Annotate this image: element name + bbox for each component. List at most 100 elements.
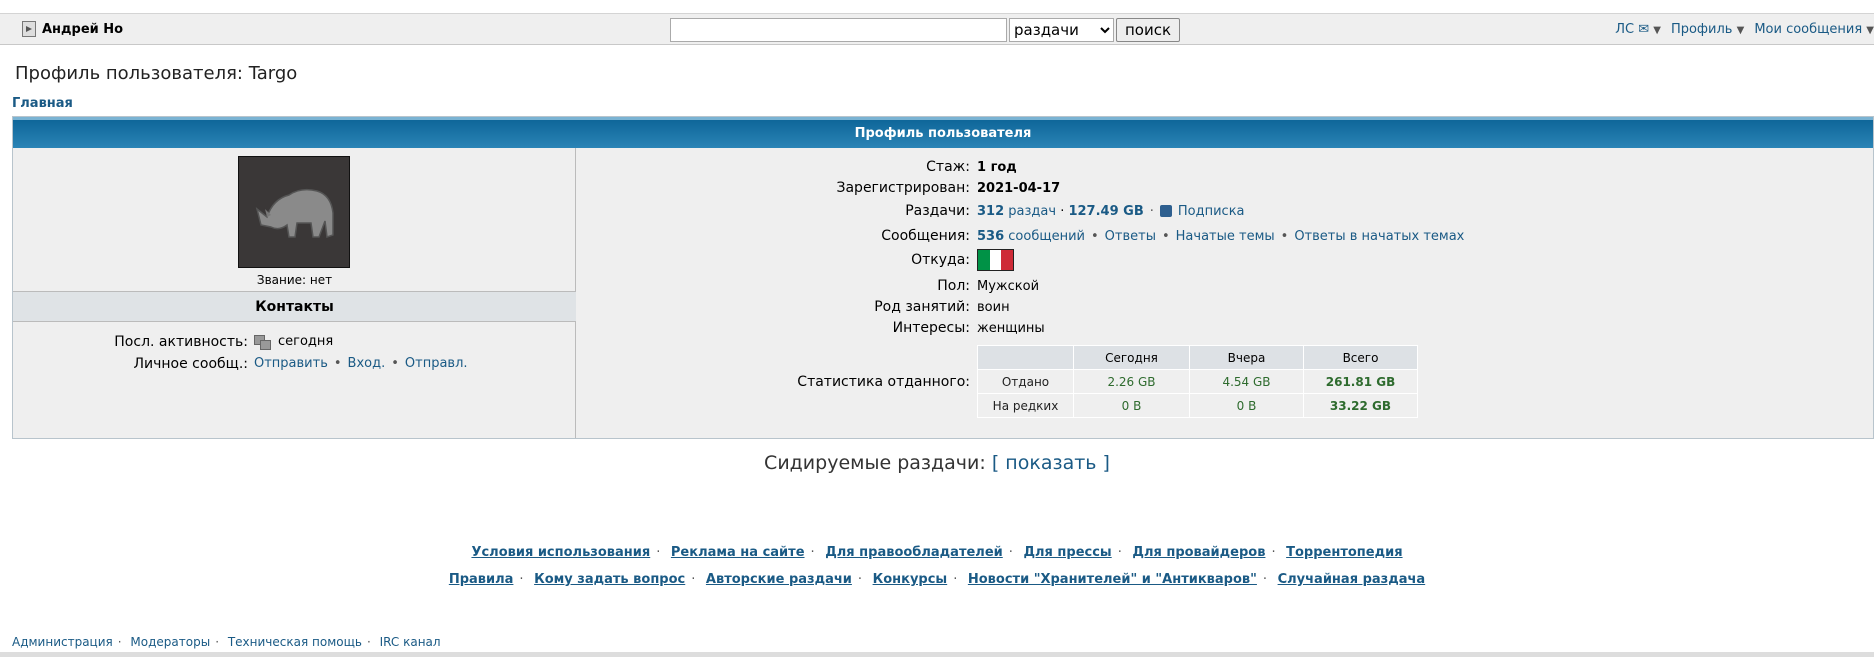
- dropdown-triangle-icon[interactable]: ▼: [1866, 25, 1874, 36]
- panel-title: Профиль пользователя: [13, 117, 1873, 148]
- bottom-links: Администрация · Модераторы · Техническая п…: [12, 635, 441, 649]
- profile-details: Стаж: 1 год Зарегистрирован: 2021-04-17 Ра…: [577, 148, 1873, 438]
- breadcrumb-home[interactable]: Главная: [12, 96, 73, 111]
- stats-header-row: Сегодня Вчера Всего: [977, 345, 1418, 370]
- seeded-show-link[interactable]: показать: [1005, 452, 1096, 474]
- search-scope-select[interactable]: раздачи: [1009, 18, 1114, 42]
- footer-link[interactable]: Для провайдеров: [1132, 545, 1265, 560]
- footer-link[interactable]: Реклама на сайте: [671, 545, 805, 560]
- nav-my-messages[interactable]: Мои сообщения ▼: [1754, 22, 1874, 37]
- last-activity-value: сегодня: [278, 334, 334, 349]
- stats-cell: Отдано: [977, 369, 1074, 394]
- user-rank: Звание: нет: [256, 273, 333, 287]
- interests-label: Интересы:: [892, 320, 970, 336]
- releases-count[interactable]: 312: [977, 204, 1004, 219]
- messages-label: Сообщения:: [881, 228, 970, 244]
- footer-link[interactable]: Конкурсы: [873, 572, 948, 587]
- occupation-label: Род занятий:: [874, 299, 970, 315]
- messages-word[interactable]: сообщений: [1008, 229, 1085, 244]
- private-message-label: Личное сообщ.:: [133, 356, 249, 372]
- gender-label: Пол:: [937, 278, 970, 294]
- stats-cell: 0 B: [1073, 393, 1190, 418]
- footer-link[interactable]: Торрентопедия: [1286, 545, 1402, 560]
- replies-in-topics-link[interactable]: Ответы в начатых темах: [1294, 229, 1464, 244]
- avatar: [238, 156, 350, 268]
- releases-label: Раздачи:: [905, 203, 970, 219]
- nav-profile-label[interactable]: Профиль: [1671, 22, 1733, 37]
- releases-word[interactable]: раздач: [1008, 204, 1056, 219]
- search-button[interactable]: поиск: [1116, 18, 1181, 42]
- stats-header: Вчера: [1189, 345, 1304, 370]
- logout-icon[interactable]: [22, 21, 36, 37]
- releases-link[interactable]: 312 раздач: [977, 204, 1056, 219]
- stats-cell: На редких: [977, 393, 1074, 418]
- user-menu[interactable]: Андрей Но: [22, 21, 123, 37]
- bracket-open: [: [991, 452, 1000, 474]
- nav-pm-label[interactable]: ЛС ✉: [1615, 22, 1649, 37]
- footer-link[interactable]: Условия использования: [471, 545, 650, 560]
- occupation-value: воин: [977, 299, 1010, 315]
- bottom-link[interactable]: Администрация: [12, 635, 113, 649]
- top-bar: Андрей Но раздачи поиск ЛС ✉ ▼ Профиль ▼…: [0, 13, 1874, 45]
- rss-icon[interactable]: [1159, 205, 1172, 217]
- footer-link[interactable]: Авторские раздачи: [706, 572, 852, 587]
- bottom-link[interactable]: Модераторы: [130, 635, 210, 649]
- footer-link[interactable]: Для правообладателей: [825, 545, 1003, 560]
- subscribe-link[interactable]: Подписка: [1178, 204, 1245, 219]
- last-activity-row: Посл. активность: сегодня: [13, 334, 576, 350]
- italy-flag-icon: [977, 249, 1014, 271]
- stats-row: На редких 0 B 0 B 33.22 GB: [977, 393, 1418, 418]
- contacts-header: Контакты: [13, 291, 576, 322]
- page-title: Профиль пользователя: Targo: [15, 63, 298, 84]
- profile-panel: Профиль пользователя Звание: нет Контакт…: [12, 116, 1874, 439]
- messages-link[interactable]: 536 сообщений: [977, 229, 1085, 244]
- replies-link[interactable]: Ответы: [1105, 229, 1156, 244]
- seeded-releases: Сидируемые раздачи: [ показать ]: [0, 452, 1874, 474]
- stats-header: Всего: [1303, 345, 1418, 370]
- top-nav: ЛС ✉ ▼ Профиль ▼ Мои сообщения ▼: [1615, 22, 1874, 37]
- stats-header: Сегодня: [1073, 345, 1190, 370]
- stats-cell: 0 B: [1189, 393, 1304, 418]
- nav-my-messages-label[interactable]: Мои сообщения: [1754, 22, 1862, 37]
- pm-send-link[interactable]: Отправить: [254, 356, 328, 371]
- private-message-row: Личное сообщ.: Отправить • Вход. • Отправл.: [13, 356, 576, 372]
- footer-link[interactable]: Для прессы: [1023, 545, 1111, 560]
- dropdown-triangle-icon[interactable]: ▼: [1653, 25, 1661, 36]
- seeded-label: Сидируемые раздачи:: [764, 452, 986, 474]
- profile-left-column: Звание: нет Контакты Посл. активность: с…: [13, 148, 576, 438]
- stats-cell: 4.54 GB: [1189, 369, 1304, 394]
- bottom-link[interactable]: Техническая помощь: [228, 635, 362, 649]
- bottom-link[interactable]: IRC канал: [380, 635, 441, 649]
- registered-value: 2021-04-17: [977, 180, 1061, 196]
- footer-link[interactable]: Правила: [449, 572, 514, 587]
- bottom-bar: [0, 652, 1874, 657]
- rhino-avatar-icon: [255, 188, 334, 239]
- pm-sent-link[interactable]: Отправл.: [405, 356, 468, 371]
- pm-inbox-link[interactable]: Вход.: [348, 356, 386, 371]
- releases-size: 127.49 GB: [1068, 203, 1144, 219]
- stats-row: Отдано 2.26 GB 4.54 GB 261.81 GB: [977, 369, 1418, 394]
- search-input[interactable]: [670, 18, 1007, 42]
- gender-value: Мужской: [977, 278, 1040, 294]
- footer-link[interactable]: Кому задать вопрос: [534, 572, 685, 587]
- bracket-close: ]: [1102, 452, 1110, 474]
- from-label: Откуда:: [911, 252, 970, 268]
- search-form: раздачи поиск: [670, 18, 1181, 42]
- last-activity-label: Посл. активность:: [114, 334, 248, 350]
- stats-label: Статистика отданного:: [797, 373, 970, 390]
- username[interactable]: Андрей Но: [42, 22, 123, 37]
- computer-icon: [254, 334, 271, 350]
- footer-links-2: Правила · Кому задать вопрос · Авторские р…: [448, 572, 1426, 587]
- footer-link[interactable]: Новости "Хранителей" и "Антикваров": [968, 572, 1257, 587]
- stats-cell: 2.26 GB: [1073, 369, 1190, 394]
- experience-label: Стаж:: [926, 159, 970, 175]
- upload-stats-table: Сегодня Вчера Всего Отдано 2.26 GB 4.54 …: [977, 345, 1418, 418]
- footer-link[interactable]: Случайная раздача: [1278, 572, 1426, 587]
- nav-profile[interactable]: Профиль ▼: [1671, 22, 1744, 37]
- interests-value: женщины: [977, 320, 1045, 336]
- messages-count[interactable]: 536: [977, 229, 1004, 244]
- started-topics-link[interactable]: Начатые темы: [1176, 229, 1275, 244]
- nav-pm[interactable]: ЛС ✉ ▼: [1615, 22, 1661, 37]
- dropdown-triangle-icon[interactable]: ▼: [1737, 25, 1745, 36]
- registered-label: Зарегистрирован:: [836, 180, 971, 196]
